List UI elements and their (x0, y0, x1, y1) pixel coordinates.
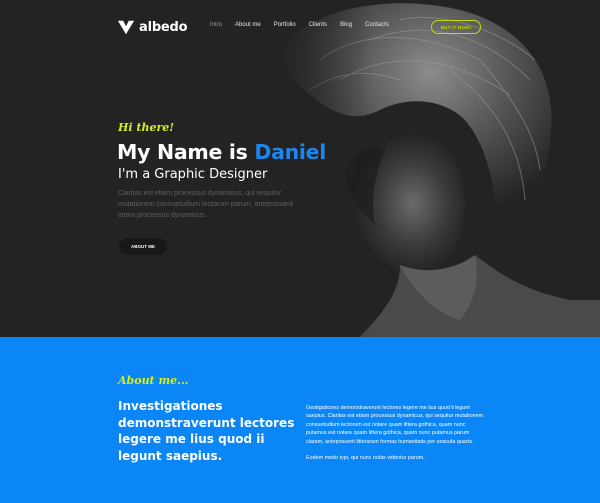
hero-section: albedo Intro About me Portfolio Clients … (0, 0, 600, 337)
hero-role: I'm a Graphic Designer (118, 167, 268, 182)
about-paragraph: Gestigationes demonstraverunt lectores l… (306, 405, 484, 445)
hero-name-prefix: My Name is (117, 140, 255, 164)
logo[interactable]: albedo (117, 17, 188, 37)
nav-item-clients[interactable]: Clients (309, 22, 327, 28)
logo-icon (117, 20, 135, 35)
nav-item-about-me[interactable]: About me (235, 22, 261, 28)
hero-greeting: Hi there! (118, 121, 175, 134)
about-body-text: Gestigationes demonstraverunt lectores l… (306, 404, 484, 470)
top-navigation: albedo Intro About me Portfolio Clients … (0, 0, 600, 56)
about-heading: Investigationes demonstraverunt lectores… (118, 399, 295, 463)
nav-item-intro[interactable]: Intro (210, 22, 222, 28)
about-section: About me... Investigationes demonstraver… (0, 337, 600, 503)
main-menu: Intro About me Portfolio Clients Blog Co… (210, 22, 402, 28)
about-me-button[interactable]: ABOUT ME (119, 238, 167, 255)
hero-name-heading: My Name is Daniel (117, 140, 326, 164)
buy-it-now-button[interactable]: BUY IT NOW! (431, 20, 481, 34)
hero-name-highlight: Daniel (254, 140, 326, 164)
brand-name: albedo (139, 19, 188, 35)
hero-lead-text: Claritas est etiam processus dynamicus, … (118, 190, 294, 219)
about-kicker: About me... (118, 374, 189, 387)
nav-item-blog[interactable]: Blog (340, 22, 352, 28)
page: albedo Intro About me Portfolio Clients … (0, 0, 600, 503)
about-paragraph: Eodem modo typi, qui nunc nobis videntur… (306, 455, 425, 462)
nav-item-contacts[interactable]: Contacts (365, 22, 389, 28)
nav-item-portfolio[interactable]: Portfolio (274, 22, 296, 28)
